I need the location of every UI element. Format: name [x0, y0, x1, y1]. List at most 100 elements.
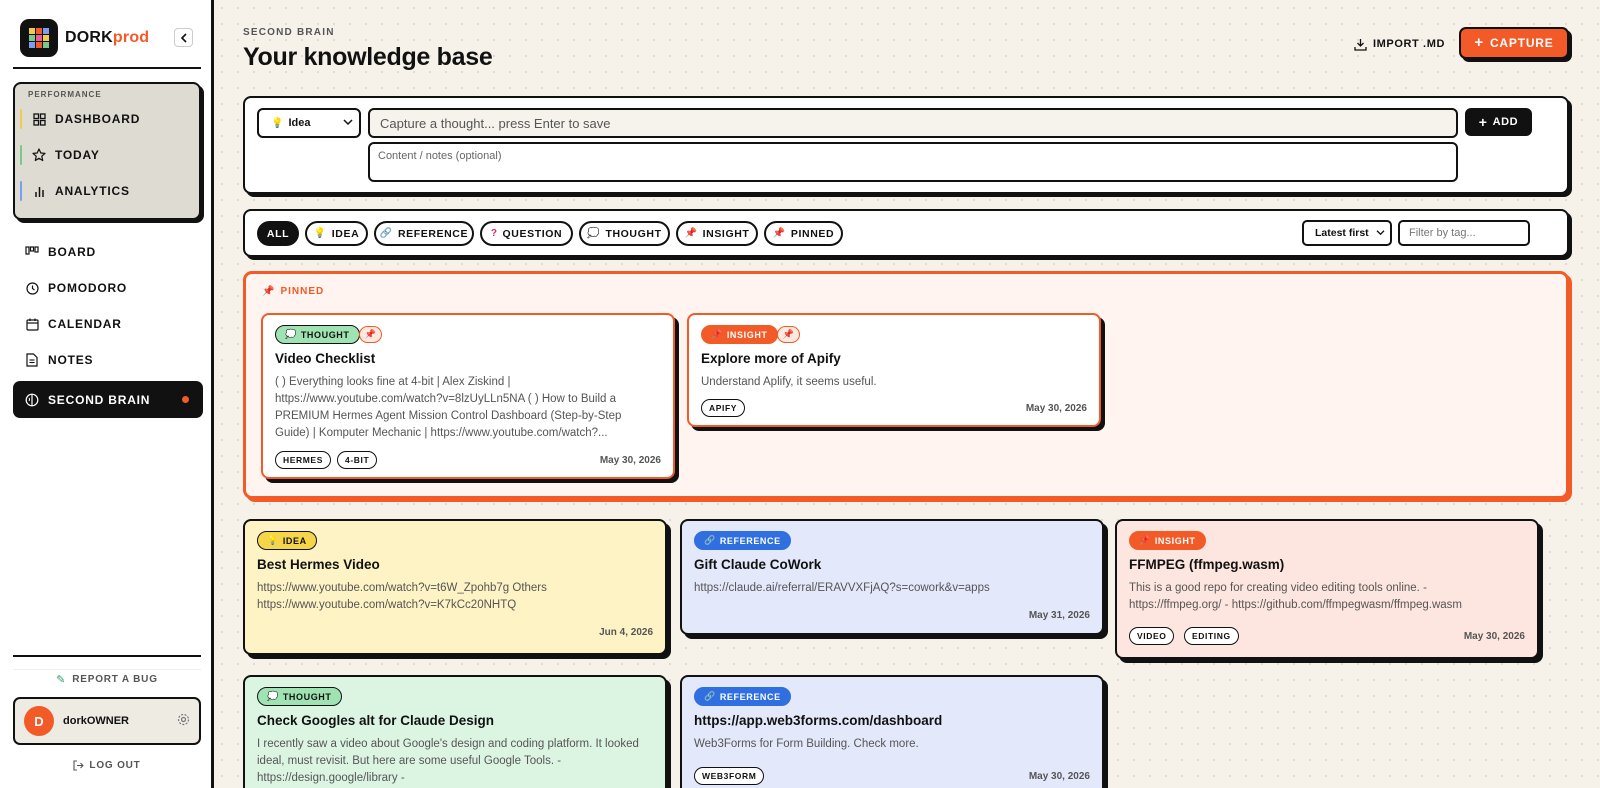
sidebar-item-label: SECOND BRAIN	[48, 392, 151, 407]
badge-label: REFERENCE	[719, 535, 781, 546]
card-title: Check Googles alt for Claude Design	[257, 713, 495, 728]
sidebar: DORKprod PERFORMANCE DASHBOARD TODAY ANA…	[0, 0, 214, 788]
tag-apify[interactable]: APIFY	[701, 399, 746, 417]
logout-label: LOG OUT	[89, 759, 141, 771]
tag-4-bit[interactable]: 4-BIT	[337, 451, 378, 469]
knowledge-card[interactable]: 💭 THOUGHT Check Googles alt for Claude D…	[243, 675, 667, 788]
pinned-card[interactable]: 💭 THOUGHT 📌 Video Checklist ( ) Everythi…	[261, 313, 675, 479]
avatar: D	[24, 706, 54, 736]
card-title: Explore more of Apify	[701, 351, 841, 366]
page-title: Your knowledge base	[243, 43, 493, 71]
link-icon: 🔗	[704, 691, 716, 701]
dashboard-accent-bar	[20, 109, 22, 129]
pin-icon: 📌	[684, 228, 698, 239]
sidebar-item-board[interactable]: BOARD	[13, 235, 203, 269]
knowledge-card[interactable]: 🔗 REFERENCE https://app.web3forms.com/da…	[680, 675, 1104, 788]
card-date: Jun 4, 2026	[599, 627, 653, 638]
filter-chip-insight[interactable]: 📌 INSIGHT	[676, 221, 758, 246]
gear-icon[interactable]	[177, 713, 190, 731]
user-card[interactable]: D dorkOWNER	[13, 697, 201, 745]
add-button[interactable]: + ADD	[1465, 108, 1532, 136]
card-body: ( ) Everything looks fine at 4-bit | Ale…	[275, 376, 622, 439]
sidebar-item-today[interactable]: TODAY	[20, 142, 196, 168]
sidebar-item-label: BOARD	[48, 245, 96, 259]
logout-icon	[73, 759, 85, 771]
bug-icon: ✎	[56, 674, 67, 686]
brand[interactable]: DORKprod	[20, 19, 149, 57]
pin-icon: 📌	[364, 329, 377, 339]
app-logo-icon	[20, 19, 58, 57]
today-accent-bar	[20, 145, 22, 165]
capture-title-input[interactable]: Capture a thought... press Enter to save	[368, 108, 1458, 138]
grid-icon	[32, 112, 46, 126]
collapse-sidebar-button[interactable]	[174, 28, 193, 47]
card-date: May 31, 2026	[1028, 610, 1090, 621]
tag-web3form[interactable]: WEB3FORM	[694, 767, 765, 785]
filter-chip-pinned[interactable]: 📌 PINNED	[764, 221, 843, 246]
performance-label: PERFORMANCE	[28, 90, 102, 99]
lightbulb-icon: 💡	[271, 117, 284, 129]
sidebar-item-pomodoro[interactable]: POMODORO	[13, 271, 203, 305]
type-select[interactable]: 💡 Idea	[257, 108, 361, 138]
unpin-button[interactable]: 📌	[359, 326, 382, 343]
type-badge-thought: 💭 THOUGHT	[275, 325, 360, 344]
plus-icon: +	[1474, 34, 1484, 51]
kanban-icon	[25, 245, 39, 259]
import-md-button[interactable]: IMPORT .MD	[1354, 34, 1445, 54]
capture-notes-input[interactable]: Content / notes (optional)	[368, 142, 1458, 182]
import-md-label: IMPORT .MD	[1373, 38, 1445, 50]
document-icon	[25, 353, 39, 367]
tag-video[interactable]: VIDEO	[1129, 627, 1175, 645]
pinned-card[interactable]: 📌 INSIGHT 📌 Explore more of Apify Unders…	[687, 313, 1101, 427]
sidebar-item-label: NOTES	[48, 353, 94, 367]
filter-chip-question[interactable]: ? QUESTION	[480, 221, 573, 246]
pin-icon: 📌	[262, 286, 276, 297]
card-title: Gift Claude CoWork	[694, 557, 822, 572]
brand-name-dark: DORK	[65, 29, 113, 46]
card-body: https://claude.ai/referral/ERAVVXFjAQ?s=…	[694, 582, 990, 594]
report-bug-button[interactable]: ✎ REPORT A BUG	[13, 669, 201, 689]
knowledge-card[interactable]: 🔗 REFERENCE Gift Claude CoWork https://c…	[680, 519, 1104, 635]
card-date: May 30, 2026	[1025, 403, 1087, 414]
brand-name: DORKprod	[65, 29, 149, 47]
sidebar-bottom-divider	[13, 655, 201, 657]
filter-chip-reference[interactable]: 🔗 REFERENCE	[374, 221, 474, 246]
sort-select[interactable]: Latest first	[1302, 220, 1392, 246]
knowledge-card[interactable]: 📌 INSIGHT FFMPEG (ffmpeg.wasm) This is a…	[1115, 519, 1539, 659]
filter-chip-all[interactable]: ALL	[257, 221, 299, 246]
capture-button[interactable]: + CAPTURE	[1459, 27, 1569, 59]
sidebar-item-second-brain[interactable]: SECOND BRAIN	[13, 381, 203, 418]
sidebar-item-calendar[interactable]: CALENDAR	[13, 307, 203, 341]
chevron-down-icon	[1376, 230, 1385, 236]
unpin-button[interactable]: 📌	[777, 326, 800, 343]
analytics-accent-bar	[20, 181, 22, 201]
lightbulb-icon: 💡	[267, 535, 279, 545]
active-indicator-dot	[182, 396, 189, 403]
filter-chip-idea[interactable]: 💡 IDEA	[305, 221, 368, 246]
sidebar-item-analytics[interactable]: ANALYTICS	[20, 178, 196, 204]
tag-filter-input[interactable]: Filter by tag...	[1398, 220, 1530, 246]
link-icon: 🔗	[379, 228, 393, 239]
brain-icon	[25, 393, 39, 407]
filter-chip-thought[interactable]: 💭 THOUGHT	[579, 221, 670, 246]
chip-label: ALL	[266, 227, 290, 240]
user-name: dorkOWNER	[63, 715, 129, 727]
tag-editing[interactable]: EDITING	[1184, 627, 1239, 645]
card-title: https://app.web3forms.com/dashboard	[694, 713, 943, 728]
pinned-label: PINNED	[280, 286, 325, 297]
chevron-down-icon	[343, 119, 353, 126]
calendar-icon	[25, 317, 39, 331]
logout-button[interactable]: LOG OUT	[13, 757, 201, 773]
badge-label: IDEA	[282, 535, 307, 546]
type-select-value: Idea	[288, 117, 311, 129]
pin-icon: 📌	[782, 329, 795, 339]
sidebar-item-notes[interactable]: NOTES	[13, 343, 203, 377]
sidebar-item-dashboard[interactable]: DASHBOARD	[20, 106, 196, 132]
card-title: Best Hermes Video	[257, 557, 380, 572]
tag-hermes[interactable]: HERMES	[275, 451, 331, 469]
card-title: FFMPEG (ffmpeg.wasm)	[1129, 557, 1285, 572]
card-title: Video Checklist	[275, 351, 376, 366]
chip-label: INSIGHT	[702, 227, 750, 240]
knowledge-card[interactable]: 💡 IDEA Best Hermes Video https://www.you…	[243, 519, 667, 655]
chip-label: THOUGHT	[605, 227, 662, 240]
